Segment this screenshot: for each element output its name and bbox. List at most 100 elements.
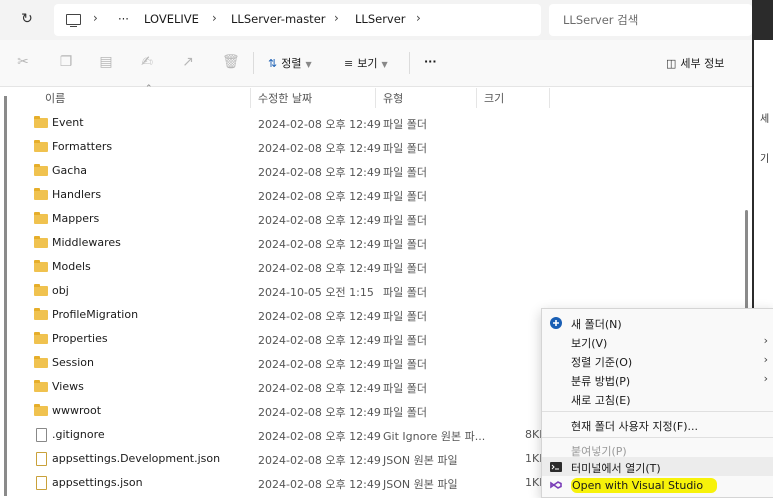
sort-button[interactable]: ⇅ 정렬 ▼ [268, 55, 312, 71]
file-name: Handlers [52, 188, 102, 201]
navigation-pane-edge [4, 96, 7, 496]
file-row[interactable]: Models 2024-02-08 오후 12:49 파일 폴더 [16, 255, 736, 279]
column-header-date[interactable]: 수정한 날짜 [258, 90, 312, 106]
file-date: 2024-02-08 오후 12:49 [258, 310, 381, 323]
copy-icon[interactable]: ❐ [58, 54, 74, 70]
menu-item-group-by[interactable]: 분류 방법(P) › [542, 370, 773, 389]
file-type: 파일 폴더 [383, 382, 427, 395]
breadcrumb-llserver-master[interactable]: LLServer-master [231, 12, 326, 26]
breadcrumb-ellipsis[interactable]: ··· [118, 12, 129, 26]
chevron-right-icon[interactable]: › [334, 11, 339, 25]
file-row[interactable]: Handlers 2024-02-08 오후 12:49 파일 폴더 [16, 183, 736, 207]
delete-icon[interactable]: 🗑 [222, 54, 240, 70]
breadcrumb-llserver[interactable]: LLServer [355, 12, 406, 26]
file-type: JSON 원본 파일 [383, 478, 458, 491]
column-header-name[interactable]: 이름 [45, 90, 65, 106]
details-pane-icon: ◫ [666, 57, 677, 70]
file-name: Formatters [52, 140, 113, 153]
menu-item-open-visual-studio[interactable]: Open with Visual Studio [542, 475, 773, 494]
context-menu: 새 폴더(N) 보기(V) › 정렬 기준(O) › 분류 방법(P) › 새로… [541, 308, 773, 498]
rename-icon[interactable]: ✍ [139, 54, 155, 70]
folder-icon [34, 164, 48, 176]
paste-icon[interactable]: ▤ [98, 54, 114, 70]
column-header-type[interactable]: 유형 [383, 90, 403, 106]
menu-item-label: 새로 고침(E) [571, 394, 631, 407]
file-type: 파일 폴더 [383, 142, 427, 155]
chevron-right-icon[interactable]: › [212, 11, 217, 25]
file-name: Session [52, 356, 94, 369]
address-bar[interactable]: › ··· LOVELIVE › LLServer-master › LLSer… [54, 4, 541, 36]
menu-separator [542, 411, 773, 412]
folder-icon [34, 188, 48, 200]
menu-item-customize-folder[interactable]: 현재 폴더 사용자 지정(F)... [542, 415, 773, 434]
file-row[interactable]: Event 2024-02-08 오후 12:49 파일 폴더 [16, 111, 736, 135]
file-name: obj [52, 284, 69, 297]
column-divider[interactable] [549, 88, 550, 108]
file-row[interactable]: Gacha 2024-02-08 오후 12:49 파일 폴더 [16, 159, 736, 183]
folder-icon [34, 332, 48, 344]
chevron-right-icon[interactable]: › [93, 11, 98, 25]
file-type: 파일 폴더 [383, 334, 427, 347]
file-date: 2024-02-08 오후 12:49 [258, 430, 381, 443]
file-name: appsettings.Development.json [52, 452, 221, 465]
file-row[interactable]: obj 2024-10-05 오전 1:15 파일 폴더 [16, 279, 736, 303]
details-pane-button[interactable]: ◫ 세부 정보 [666, 55, 724, 71]
file-row[interactable]: Middlewares 2024-02-08 오후 12:49 파일 폴더 [16, 231, 736, 255]
file-date: 2024-02-08 오후 12:49 [258, 142, 381, 155]
file-name: wwwroot [52, 404, 102, 417]
menu-item-refresh[interactable]: 새로 고침(E) [542, 389, 773, 408]
menu-item-label: 보기(V) [571, 337, 608, 350]
refresh-icon[interactable]: ↻ [19, 11, 35, 27]
menu-item-label: 현재 폴더 사용자 지정(F)... [571, 420, 698, 433]
menu-item-label: 터미널에서 열기(T) [571, 462, 661, 475]
folder-icon [34, 356, 48, 368]
file-icon [36, 428, 47, 442]
column-divider[interactable] [250, 88, 251, 108]
view-label: 보기 [357, 57, 378, 70]
sort-label: 정렬 [281, 57, 302, 70]
menu-item-label: 정렬 기준(O) [571, 356, 633, 369]
file-type: 파일 폴더 [383, 214, 427, 227]
file-type: 파일 폴더 [383, 358, 427, 371]
menu-item-sort-by[interactable]: 정렬 기준(O) › [542, 351, 773, 370]
new-folder-icon [550, 317, 562, 329]
side-panel-text: 세 [760, 114, 770, 125]
file-type: Git Ignore 원본 파... [383, 430, 486, 443]
file-date: 2024-02-08 오후 12:49 [258, 454, 381, 467]
menu-item-view[interactable]: 보기(V) › [542, 332, 773, 351]
file-row[interactable]: Formatters 2024-02-08 오후 12:49 파일 폴더 [16, 135, 736, 159]
file-name: Mappers [52, 212, 100, 225]
more-options-button[interactable]: ··· [424, 55, 437, 68]
this-pc-icon [66, 14, 81, 28]
file-date: 2024-02-08 오후 12:49 [258, 406, 381, 419]
search-input[interactable]: LLServer 검색 [549, 4, 752, 36]
toolbar-divider [409, 52, 410, 74]
file-date: 2024-02-08 오후 12:49 [258, 214, 381, 227]
chevron-right-icon[interactable]: › [416, 11, 421, 25]
file-name: Gacha [52, 164, 88, 177]
view-button[interactable]: ≡ 보기 ▼ [344, 55, 388, 71]
breadcrumb-lovelive[interactable]: LOVELIVE [144, 12, 199, 26]
cut-icon[interactable]: ✂ [15, 54, 31, 70]
menu-item-open-terminal[interactable]: 터미널에서 열기(T) [542, 457, 773, 476]
file-date: 2024-02-08 오후 12:49 [258, 238, 381, 251]
file-name: Middlewares [52, 236, 121, 249]
visual-studio-icon [550, 481, 562, 489]
chevron-right-icon: › [763, 353, 768, 366]
chevron-right-icon: › [763, 334, 768, 347]
column-divider[interactable] [375, 88, 376, 108]
menu-item-new-folder[interactable]: 새 폴더(N) [542, 313, 773, 332]
share-icon[interactable]: ↗ [180, 54, 196, 70]
json-file-icon [36, 476, 47, 490]
folder-icon [34, 140, 48, 152]
file-row[interactable]: Mappers 2024-02-08 오후 12:49 파일 폴더 [16, 207, 736, 231]
column-divider[interactable] [476, 88, 477, 108]
sort-icon: ⇅ [268, 57, 278, 70]
column-header-size[interactable]: 크기 [484, 90, 504, 106]
search-placeholder: LLServer 검색 [563, 13, 639, 27]
folder-icon [34, 380, 48, 392]
command-bar: ✂ ❐ ▤ ✍ ↗ 🗑 ⇅ 정렬 ▼ ≡ 보기 ▼ ··· ◫ 세부 정보 [0, 40, 752, 87]
file-name: Views [52, 380, 84, 393]
sort-indicator-icon: ⌃ [145, 84, 153, 94]
folder-icon [34, 260, 48, 272]
